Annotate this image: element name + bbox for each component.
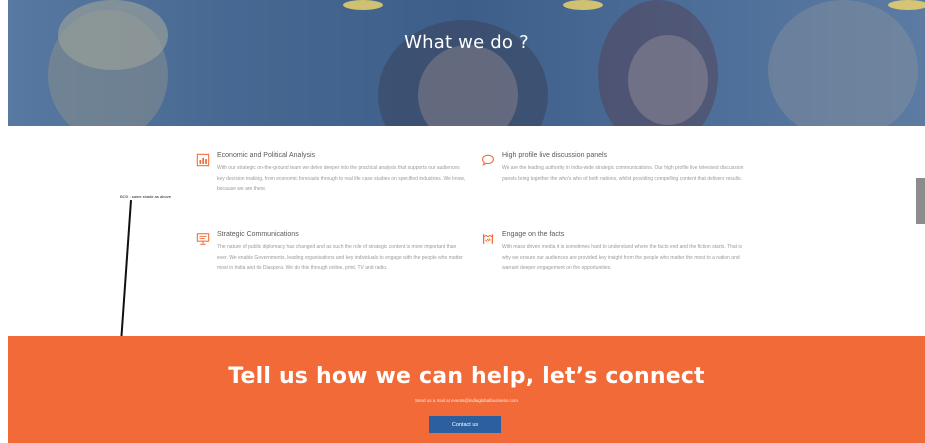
presentation-icon	[195, 231, 211, 247]
handshake-icon	[480, 231, 496, 247]
contact-us-button[interactable]: Contact us	[429, 416, 501, 433]
cta-title: Tell us how we can help, let’s connect	[228, 364, 705, 389]
service-title: Engage on the facts	[502, 231, 565, 238]
service-title: Strategic Communications	[217, 231, 299, 238]
service-description: With mass driven media it is sometimes h…	[502, 244, 743, 271]
hero-light-glow	[563, 0, 603, 10]
contact-cta-section: Tell us how we can help, let’s connect S…	[8, 336, 925, 443]
cta-email-line: Send us a mail at events@indiaglobalbusi…	[415, 398, 518, 403]
hero-light-glow	[343, 0, 383, 10]
side-feedback-tab[interactable]	[916, 178, 925, 224]
service-title: High profile live discussion panels	[502, 152, 608, 159]
service-title: Economic and Political Analysis	[217, 152, 316, 159]
chart-icon	[195, 152, 211, 168]
speech-bubble-icon	[480, 152, 496, 168]
hero-light-glow	[888, 0, 925, 10]
annotation-arrow-line	[119, 200, 132, 348]
service-description: We are the leading authority in India-wi…	[502, 165, 744, 182]
page: What we do ? BOX : same shade as above E…	[0, 0, 925, 443]
service-description: The nature of public diplomacy has chang…	[217, 244, 463, 271]
annotation-note: BOX : same shade as above	[120, 194, 171, 199]
hero-overlay	[8, 0, 925, 126]
hero-banner: What we do ?	[8, 0, 925, 126]
hero-title: What we do ?	[404, 32, 529, 53]
service-description: With our strategic on-the-ground team we…	[217, 165, 466, 192]
